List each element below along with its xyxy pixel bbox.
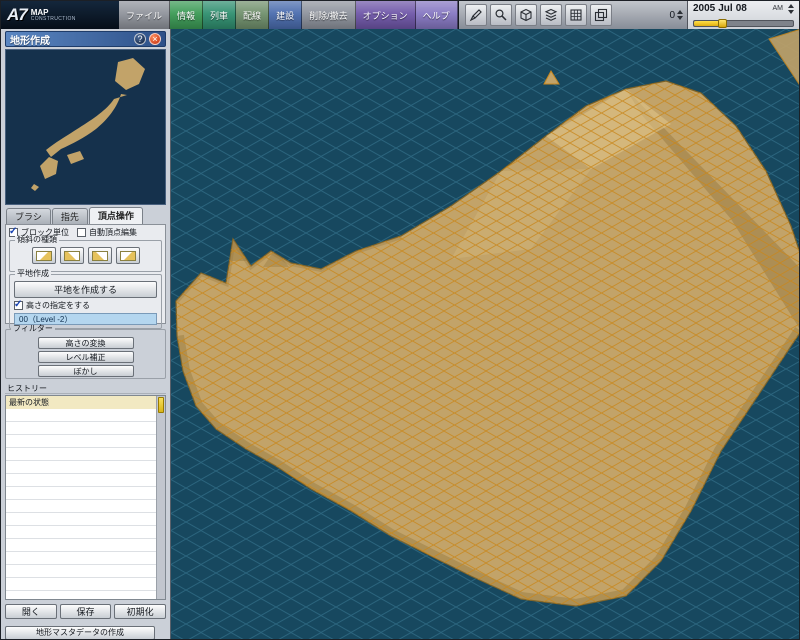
layers-icon[interactable] <box>540 4 562 26</box>
save-button[interactable]: 保存 <box>60 604 112 619</box>
menu-build[interactable]: 建設 <box>269 1 302 29</box>
terrain-panel: 地形作成 ? × ブラシ 指先 <box>1 29 171 639</box>
init-button[interactable]: 初期化 <box>114 604 166 619</box>
panel-titlebar[interactable]: 地形作成 ? × <box>5 31 166 47</box>
counter-value: 0 <box>665 10 675 21</box>
counter-down-icon[interactable] <box>677 16 683 20</box>
tool-tabs: ブラシ 指先 頂点操作 <box>5 209 166 224</box>
height-convert-button[interactable]: 高さの変換 <box>38 337 134 349</box>
filter-label: フィルター <box>11 325 55 333</box>
view-toolbar <box>458 1 661 29</box>
menubar: A7 MAP CONSTRUCTION ファイル 情報 列車 配線 建設 削除/… <box>1 1 799 29</box>
counter-box: 0 <box>661 1 687 29</box>
mesh-icon[interactable] <box>565 4 587 26</box>
app-logo: A7 MAP CONSTRUCTION <box>1 1 119 29</box>
checkbox-icon <box>77 228 86 237</box>
menu-help[interactable]: ヘルプ <box>416 1 458 29</box>
history-item-latest[interactable]: 最新の状態 <box>6 396 156 409</box>
checkbox-icon <box>14 301 23 310</box>
history-list[interactable]: 最新の状態 <box>5 395 166 600</box>
time-slider[interactable] <box>693 20 794 27</box>
auto-vertex-label: 自動頂点編集 <box>89 227 137 238</box>
menu-wiring[interactable]: 配線 <box>236 1 269 29</box>
slope-se-icon[interactable] <box>88 247 112 264</box>
zoom-icon[interactable] <box>490 4 512 26</box>
menu-options[interactable]: オプション <box>356 1 416 29</box>
height-spec-checkbox[interactable]: 高さの指定をする <box>14 300 157 311</box>
stack-icon[interactable] <box>590 4 612 26</box>
date-year: 2005 <box>693 3 715 14</box>
minimap-japan[interactable] <box>5 49 166 205</box>
slope-ne-icon[interactable] <box>32 247 56 264</box>
menu-remove[interactable]: 削除/撤去 <box>302 1 356 29</box>
auto-vertex-checkbox[interactable]: 自動頂点編集 <box>77 227 137 238</box>
date-down-icon[interactable] <box>788 10 794 14</box>
filter-group: フィルター 高さの変換 レベル補正 ぼかし <box>5 329 166 379</box>
slope-type-group: 傾斜の種類 <box>9 240 162 272</box>
vertex-tab-content: ブロック単位 自動頂点編集 傾斜の種類 <box>5 224 166 324</box>
meridiem-label: AM <box>773 5 784 12</box>
slope-nw-icon[interactable] <box>60 247 84 264</box>
time-slider-handle[interactable] <box>718 19 727 28</box>
panel-title: 地形作成 <box>10 32 131 47</box>
logo-a7: A7 <box>7 5 27 25</box>
master-row: 地形マスタデータの作成 <box>5 622 166 637</box>
flat-land-label: 平地作成 <box>15 270 51 278</box>
history-scrollbar-thumb[interactable] <box>158 397 164 413</box>
app-window: A7 MAP CONSTRUCTION ファイル 情報 列車 配線 建設 削除/… <box>0 0 800 640</box>
panel-footer: 開く 保存 初期化 <box>5 604 166 619</box>
tab-brush[interactable]: ブラシ <box>6 208 51 224</box>
viewport-3d[interactable] <box>171 29 800 639</box>
close-icon[interactable]: × <box>149 33 161 45</box>
menu-train[interactable]: 列車 <box>203 1 236 29</box>
date-day: 08 <box>736 3 747 14</box>
help-icon[interactable]: ? <box>134 33 146 45</box>
create-flat-button[interactable]: 平地を作成する <box>14 281 157 298</box>
blur-button[interactable]: ぼかし <box>38 365 134 377</box>
time-slider-fill <box>694 21 720 26</box>
height-spec-label: 高さの指定をする <box>26 300 90 311</box>
counter-up-icon[interactable] <box>677 10 683 14</box>
date-panel: 2005 Jul 08 AM <box>687 1 799 29</box>
date-up-icon[interactable] <box>788 4 794 8</box>
menu-info[interactable]: 情報 <box>170 1 203 29</box>
level-correct-button[interactable]: レベル補正 <box>38 351 134 363</box>
main-area: 地形作成 ? × ブラシ 指先 <box>1 29 799 639</box>
cube-icon[interactable] <box>515 4 537 26</box>
terrain-3d-view[interactable] <box>171 29 800 640</box>
history-label: ヒストリー <box>5 383 166 394</box>
slope-type-label: 傾斜の種類 <box>15 236 59 244</box>
master-data-button[interactable]: 地形マスタデータの作成 <box>5 626 155 640</box>
logo-text: MAP CONSTRUCTION <box>31 9 76 22</box>
history-scrollbar[interactable] <box>156 396 165 599</box>
date-month: Jul <box>718 3 732 14</box>
flat-land-group: 平地作成 平地を作成する 高さの指定をする 00（Level -2） <box>9 274 162 329</box>
draw-icon[interactable] <box>465 4 487 26</box>
tab-finger[interactable]: 指先 <box>52 208 88 224</box>
open-button[interactable]: 開く <box>5 604 57 619</box>
tab-vertex[interactable]: 頂点操作 <box>89 207 143 224</box>
slope-sw-icon[interactable] <box>116 247 140 264</box>
menu-file[interactable]: ファイル <box>119 1 170 29</box>
main-menu: ファイル 情報 列車 配線 建設 削除/撤去 オプション ヘルプ <box>119 1 458 29</box>
